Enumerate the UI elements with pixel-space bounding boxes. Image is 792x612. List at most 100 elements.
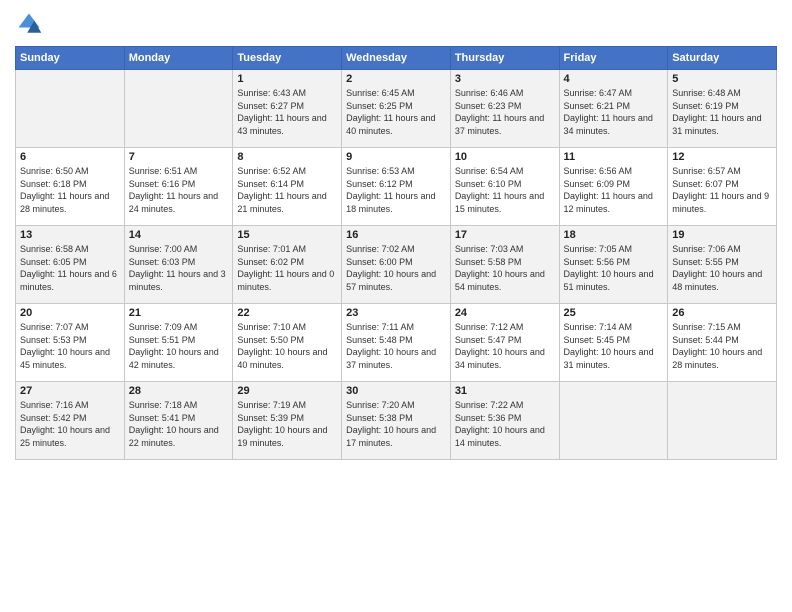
cell-1-2 [124, 70, 233, 148]
cell-info: Sunrise: 6:46 AM Sunset: 6:23 PM Dayligh… [455, 87, 555, 137]
day-number: 31 [455, 385, 555, 397]
cell-info: Sunrise: 6:52 AM Sunset: 6:14 PM Dayligh… [237, 165, 337, 215]
cell-info: Sunrise: 7:20 AM Sunset: 5:38 PM Dayligh… [346, 399, 446, 449]
cell-info: Sunrise: 7:02 AM Sunset: 6:00 PM Dayligh… [346, 243, 446, 293]
cell-4-4: 23 Sunrise: 7:11 AM Sunset: 5:48 PM Dayli… [342, 304, 451, 382]
day-number: 12 [672, 151, 772, 163]
day-header-wednesday: Wednesday [342, 47, 451, 70]
page: SundayMondayTuesdayWednesdayThursdayFrid… [0, 0, 792, 612]
day-header-friday: Friday [559, 47, 668, 70]
day-number: 25 [564, 307, 664, 319]
day-header-monday: Monday [124, 47, 233, 70]
day-number: 5 [672, 73, 772, 85]
cell-4-2: 21 Sunrise: 7:09 AM Sunset: 5:51 PM Dayli… [124, 304, 233, 382]
cell-5-1: 27 Sunrise: 7:16 AM Sunset: 5:42 PM Dayli… [16, 382, 125, 460]
cell-2-1: 6 Sunrise: 6:50 AM Sunset: 6:18 PM Daylig… [16, 148, 125, 226]
day-header-thursday: Thursday [450, 47, 559, 70]
cell-5-5: 31 Sunrise: 7:22 AM Sunset: 5:36 PM Dayli… [450, 382, 559, 460]
cell-3-4: 16Sunrise: 7:02 AM Sunset: 6:00 PM Dayli… [342, 226, 451, 304]
week-row-2: 6 Sunrise: 6:50 AM Sunset: 6:18 PM Daylig… [16, 148, 777, 226]
cell-4-3: 22 Sunrise: 7:10 AM Sunset: 5:50 PM Dayli… [233, 304, 342, 382]
logo-icon [15, 10, 43, 38]
day-number: 30 [346, 385, 446, 397]
cell-info: Sunrise: 6:50 AM Sunset: 6:18 PM Dayligh… [20, 165, 120, 215]
day-header-tuesday: Tuesday [233, 47, 342, 70]
cell-info: Sunrise: 6:51 AM Sunset: 6:16 PM Dayligh… [129, 165, 229, 215]
cell-3-3: 15Sunrise: 7:01 AM Sunset: 6:02 PM Dayli… [233, 226, 342, 304]
day-number: 17 [455, 229, 555, 241]
cell-2-6: 11 Sunrise: 6:56 AM Sunset: 6:09 PM Dayli… [559, 148, 668, 226]
cell-4-7: 26Sunrise: 7:15 AM Sunset: 5:44 PM Dayli… [668, 304, 777, 382]
day-number: 20 [20, 307, 120, 319]
cell-5-4: 30 Sunrise: 7:20 AM Sunset: 5:38 PM Dayli… [342, 382, 451, 460]
day-header-sunday: Sunday [16, 47, 125, 70]
cell-2-4: 9 Sunrise: 6:53 AM Sunset: 6:12 PM Daylig… [342, 148, 451, 226]
cell-info: Sunrise: 6:57 AM Sunset: 6:07 PM Dayligh… [672, 165, 772, 215]
cell-info: Sunrise: 7:16 AM Sunset: 5:42 PM Dayligh… [20, 399, 120, 449]
cell-info: Sunrise: 7:11 AM Sunset: 5:48 PM Dayligh… [346, 321, 446, 371]
day-number: 14 [129, 229, 229, 241]
cell-1-7: 5 Sunrise: 6:48 AM Sunset: 6:19 PM Daylig… [668, 70, 777, 148]
cell-info: Sunrise: 7:07 AM Sunset: 5:53 PM Dayligh… [20, 321, 120, 371]
cell-info: Sunrise: 7:22 AM Sunset: 5:36 PM Dayligh… [455, 399, 555, 449]
cell-4-1: 20 Sunrise: 7:07 AM Sunset: 5:53 PM Dayli… [16, 304, 125, 382]
day-number: 22 [237, 307, 337, 319]
day-number: 10 [455, 151, 555, 163]
cell-2-2: 7 Sunrise: 6:51 AM Sunset: 6:16 PM Daylig… [124, 148, 233, 226]
cell-info: Sunrise: 7:14 AM Sunset: 5:45 PM Dayligh… [564, 321, 664, 371]
cell-3-7: 19Sunrise: 7:06 AM Sunset: 5:55 PM Dayli… [668, 226, 777, 304]
cell-2-3: 8 Sunrise: 6:52 AM Sunset: 6:14 PM Daylig… [233, 148, 342, 226]
header-row: SundayMondayTuesdayWednesdayThursdayFrid… [16, 47, 777, 70]
day-number: 2 [346, 73, 446, 85]
week-row-5: 27 Sunrise: 7:16 AM Sunset: 5:42 PM Dayli… [16, 382, 777, 460]
day-number: 6 [20, 151, 120, 163]
cell-info: Sunrise: 6:45 AM Sunset: 6:25 PM Dayligh… [346, 87, 446, 137]
cell-info: Sunrise: 7:03 AM Sunset: 5:58 PM Dayligh… [455, 243, 555, 293]
cell-1-5: 3 Sunrise: 6:46 AM Sunset: 6:23 PM Daylig… [450, 70, 559, 148]
cell-1-6: 4Sunrise: 6:47 AM Sunset: 6:21 PM Daylig… [559, 70, 668, 148]
cell-info: Sunrise: 6:53 AM Sunset: 6:12 PM Dayligh… [346, 165, 446, 215]
calendar-table: SundayMondayTuesdayWednesdayThursdayFrid… [15, 46, 777, 460]
day-number: 21 [129, 307, 229, 319]
header [15, 10, 777, 38]
day-number: 3 [455, 73, 555, 85]
cell-info: Sunrise: 7:09 AM Sunset: 5:51 PM Dayligh… [129, 321, 229, 371]
cell-info: Sunrise: 6:47 AM Sunset: 6:21 PM Dayligh… [564, 87, 664, 137]
cell-info: Sunrise: 7:05 AM Sunset: 5:56 PM Dayligh… [564, 243, 664, 293]
day-number: 13 [20, 229, 120, 241]
day-number: 1 [237, 73, 337, 85]
cell-info: Sunrise: 7:10 AM Sunset: 5:50 PM Dayligh… [237, 321, 337, 371]
cell-5-6 [559, 382, 668, 460]
week-row-4: 20 Sunrise: 7:07 AM Sunset: 5:53 PM Dayli… [16, 304, 777, 382]
day-number: 9 [346, 151, 446, 163]
cell-info: Sunrise: 6:54 AM Sunset: 6:10 PM Dayligh… [455, 165, 555, 215]
cell-2-5: 10 Sunrise: 6:54 AM Sunset: 6:10 PM Dayli… [450, 148, 559, 226]
cell-5-7 [668, 382, 777, 460]
day-number: 15 [237, 229, 337, 241]
cell-info: Sunrise: 7:06 AM Sunset: 5:55 PM Dayligh… [672, 243, 772, 293]
cell-info: Sunrise: 7:19 AM Sunset: 5:39 PM Dayligh… [237, 399, 337, 449]
cell-info: Sunrise: 7:15 AM Sunset: 5:44 PM Dayligh… [672, 321, 772, 371]
day-number: 27 [20, 385, 120, 397]
cell-info: Sunrise: 7:18 AM Sunset: 5:41 PM Dayligh… [129, 399, 229, 449]
day-number: 7 [129, 151, 229, 163]
week-row-1: 1 Sunrise: 6:43 AM Sunset: 6:27 PM Daylig… [16, 70, 777, 148]
day-number: 24 [455, 307, 555, 319]
cell-3-5: 17 Sunrise: 7:03 AM Sunset: 5:58 PM Dayli… [450, 226, 559, 304]
cell-info: Sunrise: 6:58 AM Sunset: 6:05 PM Dayligh… [20, 243, 120, 293]
day-number: 23 [346, 307, 446, 319]
cell-3-1: 13 Sunrise: 6:58 AM Sunset: 6:05 PM Dayli… [16, 226, 125, 304]
cell-3-6: 18 Sunrise: 7:05 AM Sunset: 5:56 PM Dayli… [559, 226, 668, 304]
day-number: 8 [237, 151, 337, 163]
cell-5-3: 29Sunrise: 7:19 AM Sunset: 5:39 PM Dayli… [233, 382, 342, 460]
cell-info: Sunrise: 7:00 AM Sunset: 6:03 PM Dayligh… [129, 243, 229, 293]
day-number: 18 [564, 229, 664, 241]
cell-2-7: 12 Sunrise: 6:57 AM Sunset: 6:07 PM Dayli… [668, 148, 777, 226]
cell-1-1 [16, 70, 125, 148]
cell-info: Sunrise: 6:43 AM Sunset: 6:27 PM Dayligh… [237, 87, 337, 137]
cell-5-2: 28Sunrise: 7:18 AM Sunset: 5:41 PM Dayli… [124, 382, 233, 460]
cell-3-2: 14 Sunrise: 7:00 AM Sunset: 6:03 PM Dayli… [124, 226, 233, 304]
cell-info: Sunrise: 6:48 AM Sunset: 6:19 PM Dayligh… [672, 87, 772, 137]
day-number: 11 [564, 151, 664, 163]
cell-info: Sunrise: 6:56 AM Sunset: 6:09 PM Dayligh… [564, 165, 664, 215]
